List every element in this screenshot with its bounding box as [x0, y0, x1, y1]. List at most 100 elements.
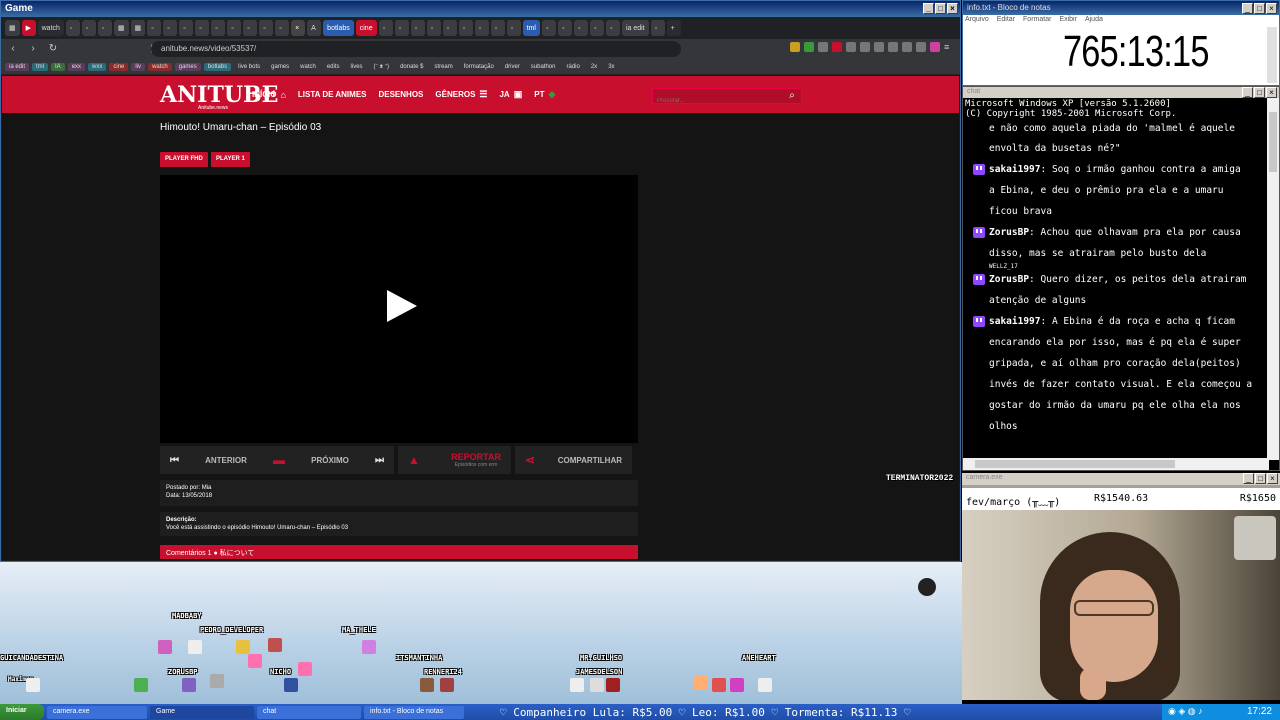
bookmark[interactable]: liv [131, 62, 146, 71]
tab-icon[interactable]: ◦ [163, 20, 178, 36]
menu-format[interactable]: Formatar [1023, 16, 1051, 23]
bookmark[interactable]: edits [323, 63, 344, 71]
lang-pt[interactable]: PT ◆ [534, 89, 555, 100]
new-tab-icon[interactable]: + [666, 20, 681, 36]
menu-icon[interactable]: ≡ [944, 42, 954, 52]
nav-home[interactable]: INÍCIO ⌂ [252, 89, 286, 100]
minimize-button[interactable]: _ [1243, 473, 1254, 484]
extension-icon[interactable] [916, 42, 926, 52]
notepad-scrollbar[interactable] [1267, 27, 1277, 83]
chat-horizontal-scrollbar[interactable] [963, 458, 1269, 470]
maximize-button[interactable]: □ [1254, 3, 1265, 14]
tab-icon[interactable]: ◦ [378, 20, 393, 36]
bookmark[interactable]: 3x [604, 63, 618, 71]
bookmark[interactable]: exx [67, 62, 86, 71]
tab-icon[interactable]: ◦ [394, 20, 409, 36]
bookmark[interactable]: stream [430, 63, 456, 71]
bookmark[interactable]: IA [51, 62, 65, 71]
tab-botlabs[interactable]: botlabs [323, 20, 354, 36]
search-icon[interactable]: ⌕ [786, 90, 798, 102]
tab-icon[interactable]: ▦ [5, 20, 20, 36]
extension-icon[interactable] [888, 42, 898, 52]
close-button[interactable]: × [1267, 473, 1278, 484]
tab-icon[interactable]: ◦ [541, 20, 556, 36]
bookmark[interactable]: watch [148, 62, 172, 71]
tab-icon[interactable]: ◦ [179, 20, 194, 36]
tab-icon[interactable]: ◦ [426, 20, 441, 36]
tab-icon[interactable]: ◦ [65, 20, 80, 36]
tab-icon[interactable]: A [307, 20, 322, 36]
bookmark[interactable]: (ᵔ ᴥ ᵔ) [370, 63, 394, 71]
nav-genres[interactable]: GÊNEROS ☰ [435, 89, 487, 100]
url-field[interactable]: anitube.news/video/53537/ [151, 41, 681, 57]
close-button[interactable]: × [1266, 3, 1277, 14]
tab-icon[interactable]: ◦ [573, 20, 588, 36]
tab-icon[interactable]: ◦ [650, 20, 665, 36]
tab-icon[interactable]: ◦ [259, 20, 274, 36]
bookmark[interactable]: botlabs [203, 62, 232, 71]
tab-icon[interactable]: ◦ [458, 20, 473, 36]
tab-icon[interactable]: ◦ [81, 20, 96, 36]
close-button[interactable]: × [947, 3, 958, 14]
tab-icon[interactable]: ◦ [589, 20, 604, 36]
start-button[interactable]: Iniciar [0, 704, 44, 720]
nav-cartoons[interactable]: DESENHOS [378, 89, 423, 100]
comments-header[interactable]: Comentários 1 ● 私について [160, 545, 638, 559]
taskbar-item-game[interactable]: Game [150, 705, 254, 719]
tab-icon[interactable]: ◦ [506, 20, 521, 36]
play-icon[interactable] [387, 290, 417, 322]
bookmark[interactable]: tml [32, 62, 49, 71]
extension-icon[interactable] [804, 42, 814, 52]
forward-icon[interactable]: › [25, 41, 41, 57]
bookmark[interactable]: 2x [587, 63, 601, 71]
video-player[interactable] [160, 175, 638, 443]
menu-icon[interactable]: ▬ [273, 453, 285, 467]
bookmark[interactable]: rádio [563, 63, 584, 71]
tab-icon[interactable]: ◦ [410, 20, 425, 36]
bookmark[interactable]: watch [296, 63, 320, 71]
tab-watch[interactable]: watch [37, 20, 64, 36]
menu-view[interactable]: Exibir [1059, 16, 1077, 23]
minimize-button[interactable]: _ [1242, 87, 1253, 98]
tab-icon[interactable]: ▦ [113, 20, 129, 36]
extension-icon[interactable] [860, 42, 870, 52]
previous-icon[interactable]: ⏮ [170, 455, 179, 466]
bookmark[interactable]: live bots [234, 63, 264, 71]
maximize-button[interactable]: □ [1255, 473, 1266, 484]
share-button[interactable]: ⋖ COMPARTILHAR [515, 446, 632, 474]
tab-icon[interactable]: ◦ [275, 20, 290, 36]
bookmark[interactable]: subathon [527, 63, 560, 71]
menu-edit[interactable]: Editar [997, 16, 1015, 23]
maximize-button[interactable]: □ [1254, 87, 1265, 98]
previous-button[interactable]: ANTERIOR [205, 456, 247, 465]
extension-icon[interactable] [874, 42, 884, 52]
tab-icon[interactable]: ◦ [211, 20, 226, 36]
player-1-button[interactable]: PLAYER 1 [211, 152, 250, 167]
bookmark[interactable]: ia edit [5, 62, 30, 71]
menu-file[interactable]: Arquivo [965, 16, 989, 23]
maximize-button[interactable]: □ [935, 3, 946, 14]
extension-icon[interactable] [818, 42, 828, 52]
bookmark[interactable]: cine [109, 62, 129, 71]
bookmark[interactable]: games [267, 63, 293, 71]
bookmark[interactable]: games [174, 62, 201, 71]
extension-icon[interactable] [832, 42, 842, 52]
tab-icon[interactable]: ◦ [195, 20, 210, 36]
tab-icon[interactable]: ◦ [147, 20, 162, 36]
tab-icon[interactable]: ◦ [605, 20, 620, 36]
extension-icon[interactable] [902, 42, 912, 52]
tab-icon[interactable]: ▦ [130, 20, 146, 36]
minimize-button[interactable]: _ [1242, 3, 1253, 14]
nav-anime-list[interactable]: LISTA DE ANIMES [298, 89, 367, 100]
taskbar-item-camera[interactable]: camera.exe [47, 705, 147, 719]
taskbar-item-chat[interactable]: chat [257, 705, 361, 719]
minimize-button[interactable]: _ [923, 3, 934, 14]
tab-icon[interactable]: ◦ [442, 20, 457, 36]
reload-icon[interactable]: ↻ [45, 41, 61, 57]
bookmark[interactable]: wxx [88, 62, 107, 71]
bookmark[interactable]: lives [347, 63, 367, 71]
clock[interactable]: 17:22 [1247, 706, 1272, 717]
bookmark[interactable]: driver [501, 63, 524, 71]
lang-ja[interactable]: JA ▣ [499, 89, 522, 100]
tab-icon[interactable]: ◦ [97, 20, 112, 36]
